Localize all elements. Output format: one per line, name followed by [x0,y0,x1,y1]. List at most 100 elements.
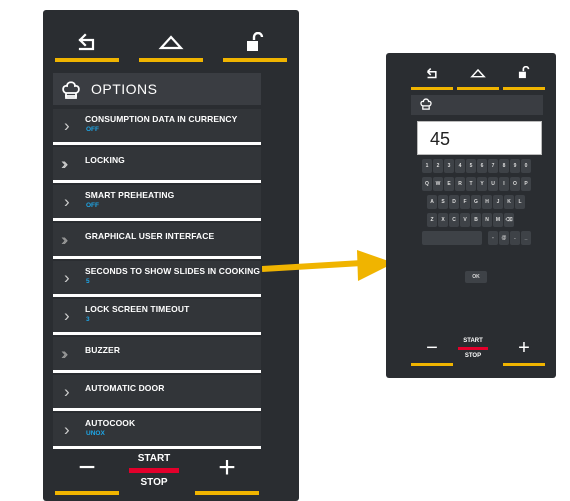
key[interactable]: 6 [477,159,487,173]
unlock-icon [503,65,545,85]
start-label: START [137,453,171,464]
key[interactable]: 9 [510,159,520,173]
start-stop-button[interactable]: START STOP [129,451,179,495]
back-arrow-icon [411,66,453,85]
key[interactable]: C [449,213,459,227]
list-item-lock-screen-timeout[interactable]: › LOCK SCREEN TIMEOUT 3 [53,299,261,335]
key[interactable]: 4 [455,159,465,173]
minus-button[interactable]: − [55,451,119,495]
key[interactable]: Y [477,177,487,191]
key[interactable]: - [488,231,498,245]
key[interactable]: E [444,177,454,191]
chevron-right-icon: › [64,306,70,325]
key[interactable]: A [427,195,437,209]
list-item-label: BUZZER [85,345,121,355]
key[interactable]: G [471,195,481,209]
options-list: › CONSUMPTION DATA IN CURRENCY OFF ›› LO… [53,109,261,451]
ok-button[interactable]: OK [465,271,487,283]
home-button[interactable] [139,20,203,62]
key[interactable]: B [471,213,481,227]
key[interactable]: S [438,195,448,209]
list-item-consumption-data[interactable]: › CONSUMPTION DATA IN CURRENCY OFF [53,109,261,145]
list-item-graphical-ui[interactable]: ›› GRAPHICAL USER INTERFACE [53,223,261,259]
on-screen-keyboard: 1234567890 QWERTYUIOP ASDFGHJKL Z X C V B N M ⌫… [422,159,542,249]
plus-button[interactable]: + [503,336,545,366]
minus-button[interactable]: − [411,336,453,366]
key[interactable]: O [510,177,520,191]
key[interactable]: ⌫ [504,213,514,227]
list-item-seconds-slides[interactable]: › SECONDS TO SHOW SLIDES IN COOKING 5 [53,261,261,297]
key[interactable]: H [482,195,492,209]
key[interactable]: 8 [499,159,509,173]
options-screen: OPTIONS › CONSUMPTION DATA IN CURRENCY O… [43,10,299,501]
double-chevron-icon: ›› [61,230,69,249]
key[interactable]: . [510,231,520,245]
key[interactable]: 0 [521,159,531,173]
list-item-value: UNOX [86,430,105,437]
space-key[interactable] [422,231,482,245]
minus-icon: − [426,337,438,359]
key[interactable]: U [488,177,498,191]
start-stop-button[interactable]: START STOP [458,338,488,366]
stop-label: STOP [140,477,168,488]
list-item-label: SECONDS TO SHOW SLIDES IN COOKING [85,266,261,276]
input-value: 45 [430,129,451,149]
lock-button[interactable] [223,20,287,62]
back-arrow-icon [55,32,119,56]
numeric-input-screen: 45 1234567890 QWERTYUIOP ASDFGHJKL ZXCVB… [386,53,556,378]
list-item-value: 5 [86,278,90,285]
home-button[interactable] [457,66,499,90]
key[interactable]: L [515,195,525,209]
key[interactable]: Z [427,213,437,227]
unlock-icon [223,31,287,58]
plus-button[interactable]: + [195,451,259,495]
value-input[interactable]: 45 [417,121,542,155]
plus-icon: + [218,451,236,484]
key[interactable]: X [438,213,448,227]
list-item-locking[interactable]: ›› LOCKING [53,147,261,183]
bottom-controls: − START STOP + [386,336,556,376]
list-item-value: 3 [86,316,90,323]
list-item-label: AUTOCOOK [85,418,136,428]
back-button[interactable] [411,66,453,90]
key[interactable]: N [482,213,492,227]
start-label: START [463,338,483,344]
key[interactable]: F [460,195,470,209]
home-icon [139,32,203,56]
key[interactable]: K [504,195,514,209]
key[interactable]: P [521,177,531,191]
chef-hat-icon [419,97,433,114]
chevron-right-icon: › [64,382,70,401]
key[interactable]: _ [521,231,531,245]
double-chevron-icon: ›› [61,154,69,173]
key[interactable]: V [460,213,470,227]
back-button[interactable] [55,20,119,62]
key[interactable]: 7 [488,159,498,173]
stop-label: STOP [464,353,482,359]
list-item-value: OFF [86,126,99,133]
key[interactable]: 1 [422,159,432,173]
key[interactable]: D [449,195,459,209]
key[interactable]: I [499,177,509,191]
list-item-smart-preheating[interactable]: › SMART PREHEATING OFF [53,185,261,221]
list-item-label: LOCK SCREEN TIMEOUT [85,304,190,314]
lock-button[interactable] [503,65,545,90]
list-item-buzzer[interactable]: ›› BUZZER [53,337,261,373]
key[interactable]: @ [499,231,509,245]
key[interactable]: 3 [444,159,454,173]
key[interactable]: W [433,177,443,191]
key[interactable]: 5 [466,159,476,173]
key[interactable]: T [466,177,476,191]
key[interactable]: J [493,195,503,209]
key[interactable]: R [455,177,465,191]
list-item-automatic-door[interactable]: › AUTOMATIC DOOR [53,375,261,411]
chevron-right-icon: › [64,192,70,211]
chef-hat-icon [60,79,82,104]
chevron-right-icon: › [64,116,70,135]
key[interactable]: M [493,213,503,227]
key[interactable]: Q [422,177,432,191]
list-item-label: CONSUMPTION DATA IN CURRENCY [85,114,238,124]
key[interactable]: 2 [433,159,443,173]
chevron-right-icon: › [64,268,70,287]
options-header: OPTIONS [53,73,261,105]
